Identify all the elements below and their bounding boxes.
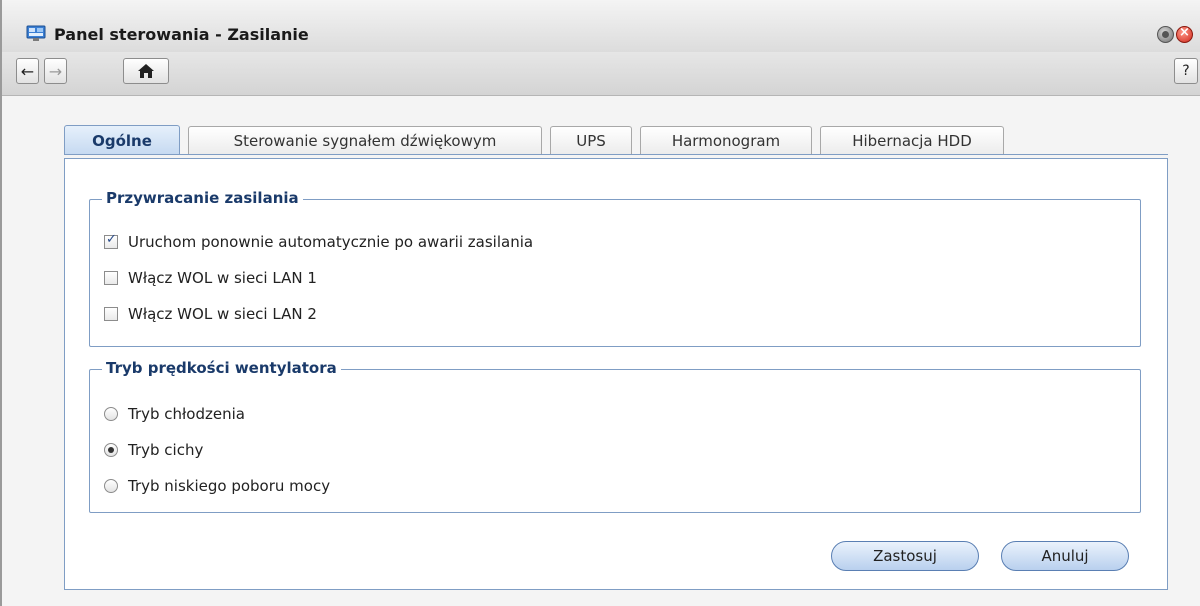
home-button[interactable] [123, 58, 169, 84]
quiet-mode-label: Tryb cichy [128, 441, 204, 459]
wol-lan2-checkbox[interactable] [104, 307, 118, 321]
wol-lan1-label: Włącz WOL w sieci LAN 1 [128, 269, 317, 287]
wol-lan2-option[interactable]: Włącz WOL w sieci LAN 2 [104, 304, 317, 324]
title-bar: Panel sterowania - Zasilanie × [2, 0, 1200, 52]
home-icon [138, 64, 154, 78]
wol-lan1-checkbox[interactable] [104, 271, 118, 285]
tab-beep-control[interactable]: Sterowanie sygnałem dźwiękowym [188, 126, 542, 154]
minimize-icon [1162, 31, 1169, 38]
apply-button[interactable]: Zastosuj [831, 541, 979, 571]
close-button[interactable]: × [1176, 25, 1193, 43]
tab-general[interactable]: Ogólne [64, 125, 180, 155]
control-panel-window: Panel sterowania - Zasilanie × ← → ? Ogó… [0, 0, 1200, 606]
help-button[interactable]: ? [1174, 58, 1198, 84]
tab-label: Sterowanie sygnałem dźwiękowym [233, 131, 497, 150]
close-icon: × [1179, 25, 1190, 40]
tab-schedule[interactable]: Harmonogram [640, 126, 812, 154]
tab-divider [64, 154, 1168, 155]
auto-restart-label: Uruchom ponownie automatycznie po awarii… [128, 233, 534, 251]
power-recovery-legend: Przywracanie zasilania [102, 189, 303, 207]
power-recovery-group: Przywracanie zasilania Uruchom ponownie … [89, 189, 1141, 347]
wol-lan2-label: Włącz WOL w sieci LAN 2 [128, 305, 317, 323]
tab-label: Harmonogram [671, 131, 781, 150]
low-power-mode-label: Tryb niskiego poboru mocy [128, 477, 331, 495]
window-title: Panel sterowania - Zasilanie [54, 25, 309, 44]
back-arrow-icon: ← [20, 61, 35, 81]
toolbar: ← → ? [2, 52, 1200, 96]
minimize-button[interactable] [1157, 26, 1174, 43]
fan-mode-group: Tryb prędkości wentylatora Tryb chłodzen… [89, 359, 1141, 513]
auto-restart-checkbox[interactable] [104, 232, 118, 249]
tab-ups[interactable]: UPS [550, 126, 632, 154]
wol-lan1-option[interactable]: Włącz WOL w sieci LAN 1 [104, 268, 317, 288]
quiet-mode-radio[interactable] [104, 443, 118, 457]
cooling-mode-radio[interactable] [104, 407, 118, 421]
tab-label: Hibernacja HDD [852, 131, 972, 150]
low-power-mode-radio[interactable] [104, 479, 118, 493]
forward-button[interactable]: → [44, 58, 67, 84]
low-power-mode-option[interactable]: Tryb niskiego poboru mocy [104, 476, 330, 496]
forward-arrow-icon: → [48, 61, 63, 81]
apply-button-label: Zastosuj [873, 547, 937, 565]
cooling-mode-label: Tryb chłodzenia [128, 405, 245, 423]
tab-label: UPS [576, 131, 606, 150]
fan-mode-legend: Tryb prędkości wentylatora [102, 359, 341, 377]
cooling-mode-option[interactable]: Tryb chłodzenia [104, 404, 245, 424]
auto-restart-option[interactable]: Uruchom ponownie automatycznie po awarii… [104, 232, 533, 252]
cancel-button[interactable]: Anuluj [1001, 541, 1129, 571]
content-area: Ogólne Sterowanie sygnałem dźwiękowym UP… [2, 96, 1200, 606]
tab-hdd-hibernation[interactable]: Hibernacja HDD [820, 126, 1004, 154]
help-icon: ? [1182, 63, 1190, 79]
cancel-button-label: Anuluj [1041, 547, 1089, 565]
general-tab-panel: Przywracanie zasilania Uruchom ponownie … [64, 158, 1168, 590]
back-button[interactable]: ← [16, 58, 39, 84]
tab-label: Ogólne [92, 131, 152, 150]
quiet-mode-option[interactable]: Tryb cichy [104, 440, 203, 460]
control-panel-icon [26, 25, 46, 41]
